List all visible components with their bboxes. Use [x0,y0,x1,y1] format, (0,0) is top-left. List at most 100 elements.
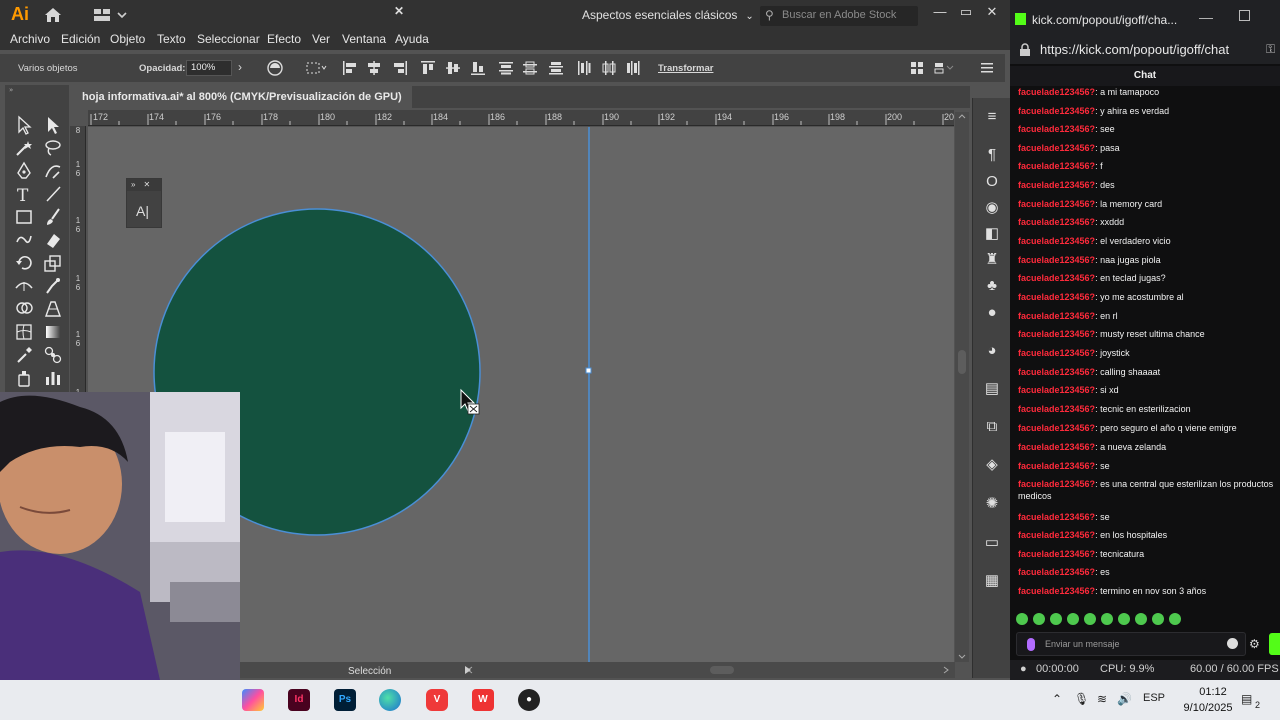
distribute-left-icon[interactable] [576,60,592,76]
paintbrush-tool-icon[interactable] [43,207,63,227]
align-top-icon[interactable] [420,60,436,76]
close-button[interactable]: ✕ [984,4,1000,22]
emote-icon[interactable] [1169,613,1181,625]
character-icon[interactable]: A| [136,203,149,219]
chat-username[interactable]: facuelade123456? [1018,329,1095,339]
isolate-icon[interactable] [909,60,925,76]
symbol-sprayer-tool-icon[interactable] [14,368,34,388]
appearance-icon[interactable]: ● [983,304,1001,322]
workspace-switcher[interactable]: Aspectos esenciales clásicos ⌄ [582,8,754,22]
symbols-icon[interactable]: ♣ [983,277,1001,295]
chat-username[interactable]: facuelade123456? [1018,273,1095,283]
emote-icon[interactable] [1084,613,1096,625]
chat-username[interactable]: facuelade123456? [1018,236,1095,246]
gradient-tool-icon[interactable] [43,322,63,342]
distribute-middle-icon[interactable] [522,60,538,76]
line-tool-icon[interactable] [43,184,63,204]
url-text[interactable]: https://kick.com/popout/igoff/chat [1040,42,1229,57]
menu-seleccionar[interactable]: Seleccionar [197,32,260,46]
chat-username[interactable]: facuelade123456? [1018,124,1095,134]
home-icon[interactable] [44,7,62,23]
vivaldi-browser-icon[interactable]: V [426,689,448,711]
status-tool-label[interactable]: Selección [348,666,391,677]
align-center-icon[interactable] [366,60,382,76]
mesh-tool-icon[interactable] [14,322,34,342]
key-icon[interactable]: ⚿ [1266,42,1275,57]
align-middle-icon[interactable] [445,60,461,76]
chat-username[interactable]: facuelade123456? [1018,143,1095,153]
panel-collapse-icon[interactable]: » [5,85,69,93]
blend-tool-icon[interactable] [43,345,63,365]
chat-username[interactable]: facuelade123456? [1018,106,1095,116]
shape-builder-tool-icon[interactable] [14,299,34,319]
chat-username[interactable]: facuelade123456? [1018,348,1095,358]
chat-username[interactable]: facuelade123456? [1018,367,1095,377]
width-tool-icon[interactable] [14,276,34,296]
scale-tool-icon[interactable] [43,253,63,273]
rectangle-tool-icon[interactable] [14,207,34,227]
maximize-button[interactable]: ▭ [958,4,974,22]
perspective-grid-tool-icon[interactable] [43,299,63,319]
emote-icon[interactable] [1101,613,1113,625]
lock-icon[interactable] [1018,43,1032,57]
minimize-button[interactable]: — [932,4,948,22]
emote-icon[interactable] [1050,613,1062,625]
chat-username[interactable]: facuelade123456? [1018,385,1095,395]
chat-settings-gear-icon[interactable]: ⚙ [1249,637,1260,651]
wifi-icon[interactable]: ≋ [1097,692,1107,706]
emote-icon[interactable] [1118,613,1130,625]
edge-browser-icon[interactable] [379,689,401,711]
pathfinder-icon[interactable]: ⧉ [983,418,1001,436]
photoshop-app-icon[interactable]: Ps [334,689,356,711]
menu-ventana[interactable]: Ventana [342,32,386,46]
chat-username[interactable]: facuelade123456? [1018,512,1095,522]
emote-icon[interactable] [1067,613,1079,625]
microphone-tray-icon[interactable]: 🎙 [1074,692,1089,706]
chat-username[interactable]: facuelade123456? [1018,311,1095,321]
maximize-button[interactable] [1239,10,1250,21]
recolor-icon[interactable] [267,60,283,76]
opentype-icon[interactable]: O [983,173,1001,191]
chat-username[interactable]: facuelade123456? [1018,161,1095,171]
microphone-icon[interactable] [1027,638,1035,651]
transparency-icon[interactable]: ◕ [983,342,1001,360]
align-right-icon[interactable] [392,60,408,76]
menu-efecto[interactable]: Efecto [267,32,301,46]
expand-icon[interactable]: » [131,180,135,189]
eraser-tool-icon[interactable] [43,230,63,250]
color-guide-icon[interactable]: ◉ [983,199,1001,217]
menu-objeto[interactable]: Objeto [110,32,145,46]
menu-texto[interactable]: Texto [157,32,186,46]
opacity-arrow-icon[interactable]: › [238,60,242,74]
brushes-icon[interactable]: ♜ [983,251,1001,269]
shaper-tool-icon[interactable] [14,230,34,250]
chat-username[interactable]: facuelade123456? [1018,292,1095,302]
emote-icon[interactable] [1152,613,1164,625]
language-indicator[interactable]: ESP [1143,692,1165,704]
distribute-top-icon[interactable] [498,60,514,76]
emoji-icon[interactable] [1227,638,1238,649]
indesign-app-icon[interactable]: Id [288,689,310,711]
chat-input[interactable]: Enviar un mensaje [1016,632,1246,656]
address-bar[interactable]: https://kick.com/popout/igoff/chat ⚿ [1010,38,1280,64]
selection-tool-icon[interactable] [14,115,34,135]
align-bottom-icon[interactable] [470,60,486,76]
adobe-stock-search[interactable]: ⚲ Buscar en Adobe Stock [760,6,918,26]
curvature-tool-icon[interactable] [43,161,63,181]
chat-username[interactable]: facuelade123456? [1018,423,1095,433]
notifications-icon[interactable]: ▤ [1241,692,1252,706]
chat-username[interactable]: facuelade123456? [1018,255,1095,265]
panel-menu-icon[interactable]: ≡ [983,108,1001,126]
stroke-icon[interactable]: ✺ [983,495,1001,513]
document-tab[interactable]: hoja informativa.ai* al 800% (CMYK/Previ… [76,86,412,108]
chat-username[interactable]: facuelade123456? [1018,549,1095,559]
arrange-documents-icon[interactable] [94,8,128,22]
chat-username[interactable]: facuelade123456? [1018,530,1095,540]
rotate-tool-icon[interactable] [14,253,34,273]
graph-tool-icon[interactable] [43,368,63,388]
chat-username[interactable]: facuelade123456? [1018,479,1095,489]
emote-icon[interactable] [1033,613,1045,625]
menu-ayuda[interactable]: Ayuda [395,32,429,46]
volume-icon[interactable]: 🔊 [1117,692,1132,706]
copilot-app-icon[interactable] [242,689,264,711]
